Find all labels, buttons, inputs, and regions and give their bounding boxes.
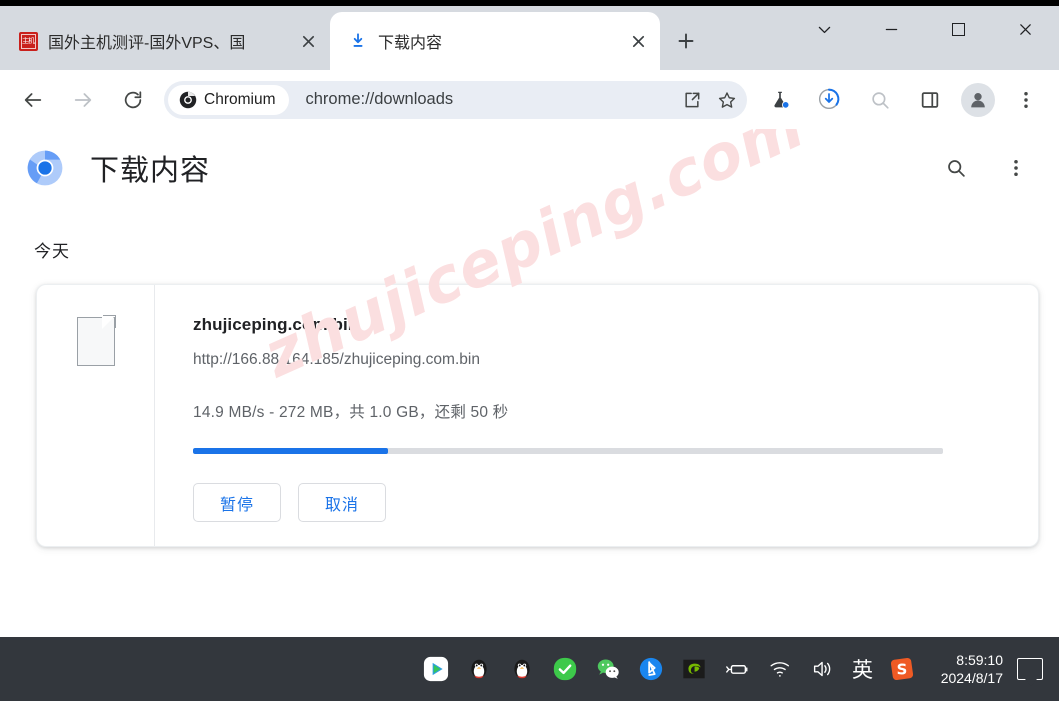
- download-progress-fill: [193, 448, 388, 454]
- downloads-icon[interactable]: [810, 80, 850, 120]
- page-header: 下载内容: [0, 129, 1059, 207]
- three-dot-menu[interactable]: [1006, 80, 1046, 120]
- qq-penguin-icon[interactable]: [465, 655, 493, 683]
- tab-title: 下载内容: [378, 35, 443, 52]
- minimize-button[interactable]: [858, 6, 925, 52]
- star-icon[interactable]: [710, 83, 744, 117]
- window-controls: [791, 6, 1059, 52]
- download-item-card: zhujiceping.com.bin http://166.88.164.18…: [36, 284, 1039, 547]
- clock-date: 2024/8/17: [940, 670, 1003, 686]
- sogou-icon[interactable]: S: [888, 655, 916, 683]
- url-text[interactable]: chrome://downloads: [289, 90, 675, 109]
- tab-close-button[interactable]: [294, 27, 322, 55]
- tab-active-downloads[interactable]: 下载内容: [330, 12, 660, 70]
- system-tray: 英 S: [422, 654, 916, 684]
- battery-icon[interactable]: [723, 655, 751, 683]
- download-source-url[interactable]: http://166.88.164.185/zhujiceping.com.bi…: [193, 351, 1038, 369]
- chromium-chip[interactable]: Chromium: [168, 84, 290, 115]
- chromium-logo-icon: [26, 149, 64, 187]
- tab-title: 国外主机测评-国外VPS、国: [48, 35, 246, 52]
- forward-button[interactable]: [63, 80, 103, 120]
- close-button[interactable]: [992, 6, 1059, 52]
- avatar[interactable]: [961, 82, 995, 117]
- address-bar[interactable]: Chromium chrome://downloads: [164, 80, 747, 119]
- pause-button[interactable]: 暂停: [193, 483, 281, 522]
- page-search-icon[interactable]: [935, 147, 977, 189]
- wechat-icon[interactable]: [594, 655, 622, 683]
- qq-penguin-icon-2[interactable]: [508, 655, 536, 683]
- browser-window: 主机 国外主机测评-国外VPS、国 下载内容 Chromium chrome:/…: [0, 0, 1059, 701]
- media-player-icon[interactable]: [422, 655, 450, 683]
- green-check-icon[interactable]: [551, 655, 579, 683]
- page-three-dot-menu[interactable]: [995, 147, 1037, 189]
- chrome-logo-icon: [179, 91, 197, 109]
- wifi-icon[interactable]: [766, 655, 794, 683]
- tab-search-button[interactable]: [791, 6, 858, 52]
- notification-icon[interactable]: [1017, 658, 1043, 688]
- clock-time: 8:59:10: [956, 652, 1003, 668]
- nvidia-icon[interactable]: [680, 655, 708, 683]
- red-site-favicon: 主机: [18, 31, 38, 51]
- omnibox-actions: [675, 83, 745, 117]
- maximize-button[interactable]: [925, 6, 992, 52]
- page-title: 下载内容: [90, 155, 211, 187]
- download-details: zhujiceping.com.bin http://166.88.164.18…: [155, 285, 1038, 546]
- svg-text:S: S: [897, 661, 908, 679]
- download-file-icon-column: [37, 285, 155, 546]
- share-icon[interactable]: [675, 83, 709, 117]
- cancel-button[interactable]: 取消: [298, 483, 386, 522]
- download-status-text: 14.9 MB/s - 272 MB，共 1.0 GB，还剩 50 秒: [193, 404, 509, 421]
- back-button[interactable]: [13, 80, 53, 120]
- side-panel-icon[interactable]: [910, 80, 950, 120]
- download-progress-bar: [193, 448, 943, 454]
- reload-button[interactable]: [113, 80, 153, 120]
- flask-icon[interactable]: [760, 80, 800, 120]
- download-filename: zhujiceping.com.bin: [193, 315, 359, 334]
- tab-close-button[interactable]: [624, 27, 652, 55]
- search-icon[interactable]: [860, 80, 900, 120]
- taskbar-clock[interactable]: 8:59:10 2024/8/17: [941, 651, 1003, 687]
- download-icon: [348, 31, 368, 51]
- new-tab-button[interactable]: [666, 21, 706, 61]
- bluetooth-icon[interactable]: [637, 655, 665, 683]
- download-actions: 暂停 取消: [193, 483, 1038, 522]
- page-header-actions: [917, 147, 1037, 189]
- browser-toolbar: Chromium chrome://downloads: [0, 70, 1059, 129]
- windows-taskbar: 英 S 8:59:10 2024/8/17: [0, 637, 1059, 701]
- generic-file-icon: [76, 317, 115, 366]
- tab-inactive-site[interactable]: 主机 国外主机测评-国外VPS、国: [0, 12, 330, 70]
- volume-icon[interactable]: [809, 655, 837, 683]
- date-heading: 今天: [34, 242, 70, 261]
- ime-indicator[interactable]: 英: [852, 654, 873, 684]
- chip-label: Chromium: [204, 90, 276, 108]
- downloads-page: 下载内容 今天 zhujiceping.com.bin http://166.8…: [0, 129, 1059, 637]
